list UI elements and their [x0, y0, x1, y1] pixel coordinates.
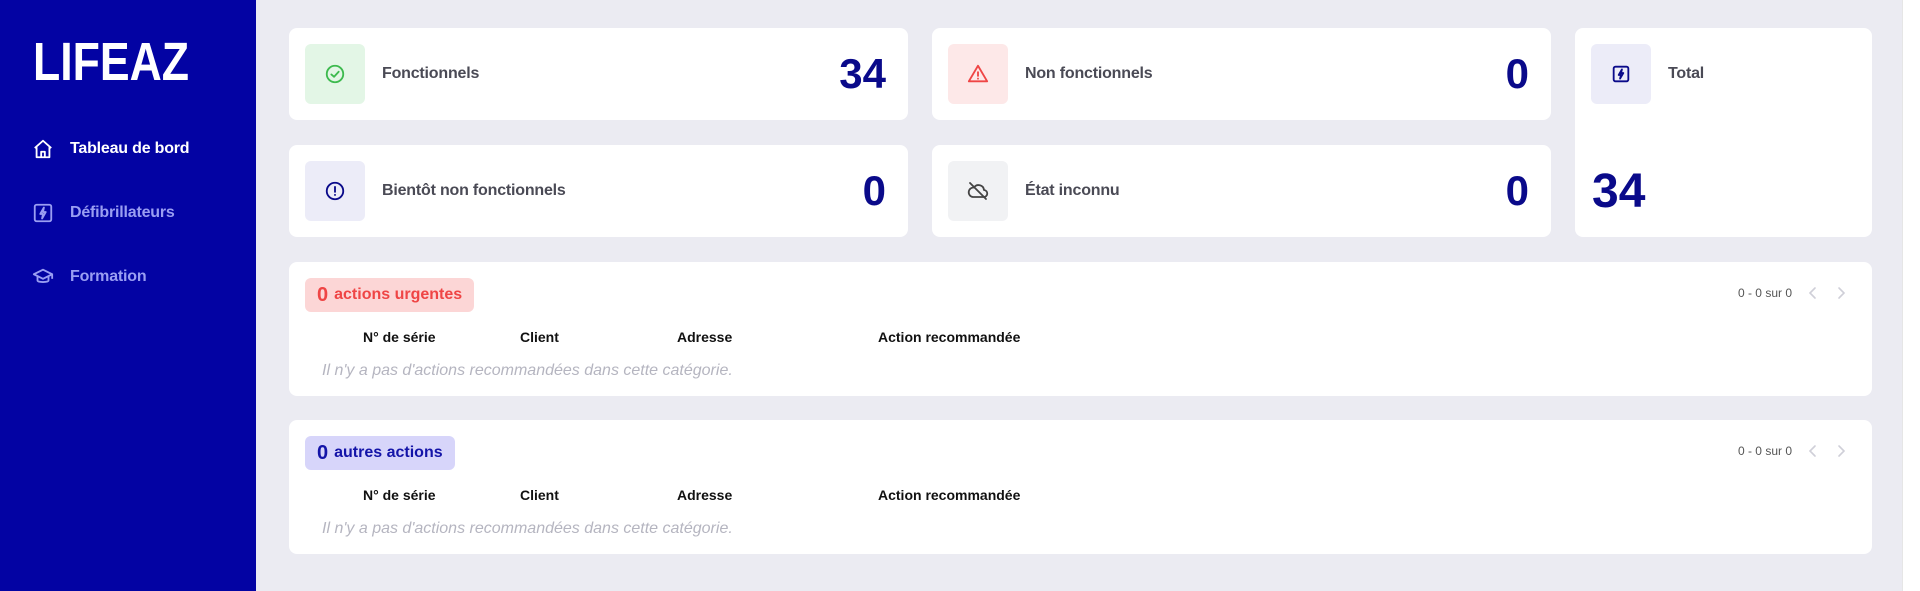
page-scrollbar[interactable] — [1902, 0, 1920, 591]
sidebar-item-training[interactable]: Formation — [32, 262, 242, 292]
pagination-text: 0 - 0 sur 0 — [1737, 444, 1792, 458]
stat-card-non-functional[interactable]: Non fonctionnels 0 — [932, 28, 1551, 120]
column-header-client[interactable]: Client — [520, 329, 559, 345]
urgent-actions-badge: 0 actions urgentes — [305, 278, 475, 312]
chevron-left-icon[interactable] — [1806, 444, 1820, 458]
brand-logo[interactable]: LIFEAZ — [33, 34, 189, 86]
lightning-icon — [1612, 65, 1630, 83]
home-icon — [32, 138, 54, 160]
stat-value: 34 — [839, 50, 886, 97]
stat-icon-box — [305, 161, 365, 221]
stat-value: 0 — [1505, 167, 1529, 214]
graduation-cap-icon — [32, 266, 54, 288]
stat-icon-box — [948, 44, 1008, 104]
svg-text:LIFEAZ: LIFEAZ — [33, 34, 189, 86]
other-actions-section: 0 autres actions 0 - 0 sur 0 N° de série… — [289, 420, 1872, 554]
stat-card-total[interactable]: Total 34 — [1575, 28, 1872, 237]
other-pagination: 0 - 0 sur 0 — [1738, 444, 1848, 458]
cloud-off-icon — [967, 182, 989, 200]
column-header-serial[interactable]: N° de série — [363, 487, 436, 503]
stat-value: 34 — [1592, 165, 1646, 218]
column-header-recommended-action[interactable]: Action recommandée — [878, 329, 1020, 345]
stat-label: Total — [1668, 65, 1705, 82]
column-header-serial[interactable]: N° de série — [363, 329, 436, 345]
stat-card-functional[interactable]: Fonctionnels 34 — [289, 28, 908, 120]
sidebar: LIFEAZ Tableau de bord Défibrillateurs F… — [0, 0, 256, 591]
stat-icon-box — [305, 44, 365, 104]
sidebar-item-label: Défibrillateurs — [70, 204, 175, 221]
stat-card-soon-non-functional[interactable]: Bientôt non fonctionnels 0 — [289, 145, 908, 237]
column-header-address[interactable]: Adresse — [677, 329, 732, 345]
column-header-client[interactable]: Client — [520, 487, 559, 503]
stat-icon-box — [948, 161, 1008, 221]
stat-label: Non fonctionnels — [1025, 65, 1153, 82]
urgent-pagination: 0 - 0 sur 0 — [1738, 286, 1848, 300]
sidebar-item-dashboard[interactable]: Tableau de bord — [32, 134, 242, 164]
sidebar-item-label: Tableau de bord — [70, 140, 190, 157]
column-header-recommended-action[interactable]: Action recommandée — [878, 487, 1020, 503]
warning-triangle-icon — [967, 64, 989, 83]
stat-card-unknown[interactable]: État inconnu 0 — [932, 145, 1551, 237]
stat-label: Bientôt non fonctionnels — [382, 182, 566, 199]
stat-value: 0 — [862, 167, 886, 214]
chevron-right-icon[interactable] — [1834, 444, 1848, 458]
urgent-actions-label: actions urgentes — [334, 286, 463, 303]
stat-value: 0 — [1505, 50, 1529, 97]
other-actions-count: 0 — [317, 441, 329, 464]
lightning-icon — [32, 202, 54, 224]
empty-state-text: Il n'y a pas d'actions recommandées dans… — [322, 520, 733, 537]
other-actions-label: autres actions — [334, 444, 443, 461]
chevron-right-icon[interactable] — [1834, 286, 1848, 300]
pagination-text: 0 - 0 sur 0 — [1737, 286, 1792, 300]
column-header-address[interactable]: Adresse — [677, 487, 732, 503]
stat-label: Fonctionnels — [382, 65, 480, 82]
sidebar-item-defibrillators[interactable]: Défibrillateurs — [32, 198, 242, 228]
urgent-actions-count: 0 — [317, 283, 329, 306]
sidebar-item-label: Formation — [70, 268, 147, 285]
stat-icon-box — [1591, 44, 1651, 104]
stat-label: État inconnu — [1025, 182, 1120, 199]
chevron-left-icon[interactable] — [1806, 286, 1820, 300]
other-actions-badge: 0 autres actions — [305, 436, 455, 470]
empty-state-text: Il n'y a pas d'actions recommandées dans… — [322, 362, 733, 379]
check-circle-icon — [325, 64, 345, 84]
urgent-actions-section: 0 actions urgentes 0 - 0 sur 0 N° de sér… — [289, 262, 1872, 396]
sidebar-nav: Tableau de bord Défibrillateurs Formatio… — [32, 134, 242, 326]
exclamation-circle-icon — [325, 181, 345, 201]
